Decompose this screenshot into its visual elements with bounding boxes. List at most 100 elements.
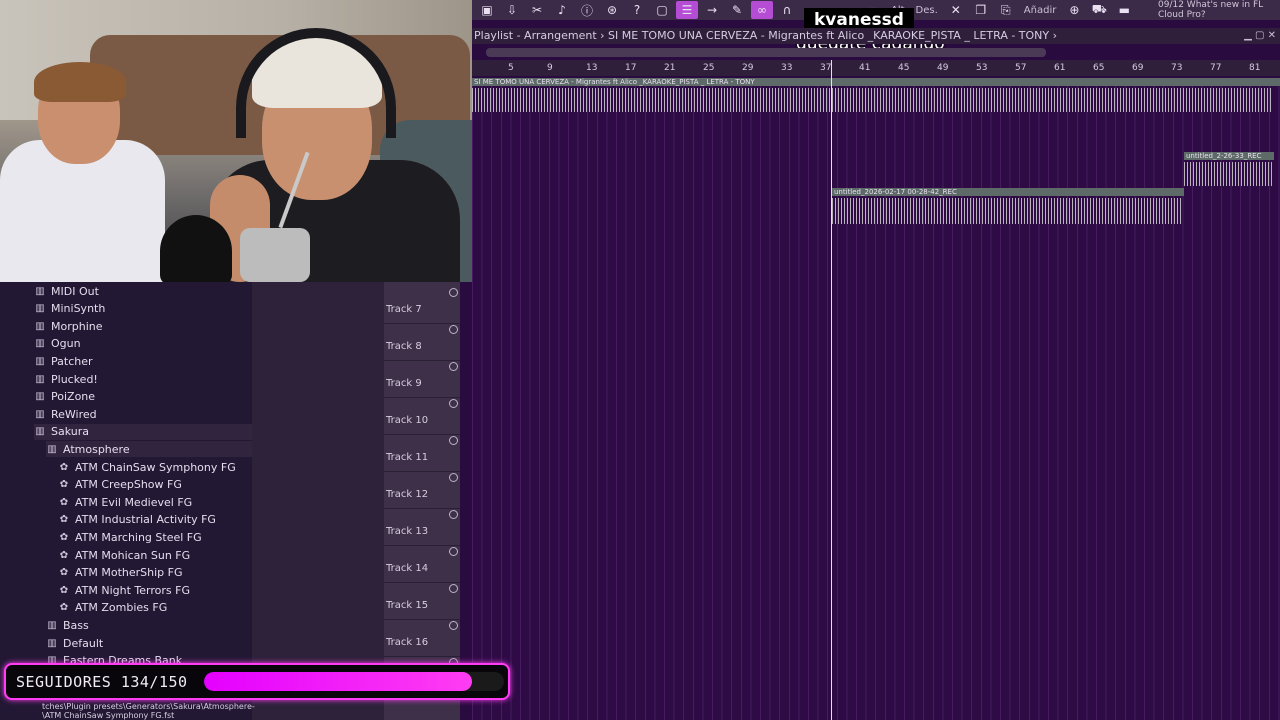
track-mute-icon[interactable] [449, 288, 458, 297]
track-mute-icon[interactable] [449, 621, 458, 630]
arrow-right-icon[interactable]: → [701, 1, 723, 19]
paste-icon[interactable]: ⎘ [995, 1, 1017, 19]
webcam-mate-cup [240, 228, 310, 282]
window-controls[interactable]: ▁ ▢ ✕ [1244, 28, 1276, 44]
clip-rec1-header[interactable]: untitled_2026-02-17 00-28-42_REC [832, 188, 1184, 196]
track-header[interactable]: Track 12 [384, 471, 460, 509]
plugin-icon[interactable]: ⊕ [1063, 1, 1085, 19]
cart-icon[interactable]: ⛟ [1088, 1, 1110, 19]
clip-rec1-waveform[interactable] [832, 198, 1182, 224]
browser-item-label: PoiZone [51, 390, 96, 404]
track-header[interactable]: Track 14 [384, 545, 460, 583]
followers-progress-fill [204, 672, 472, 691]
track-header[interactable]: Track 11 [384, 434, 460, 472]
gear-icon: ✿ [59, 602, 69, 614]
track-mute-icon[interactable] [449, 436, 458, 445]
clip-rec2-header[interactable]: untitled_2-26-33_REC [1184, 152, 1274, 160]
cut-icon[interactable]: ✂ [526, 1, 548, 19]
browser-item-label: ATM Industrial Activity FG [75, 513, 216, 527]
track-mute-icon[interactable] [449, 510, 458, 519]
browser-item[interactable]: ▥ Plucked! [34, 371, 98, 387]
mic-icon[interactable]: ♪ [551, 1, 573, 19]
news-ticker[interactable]: 09/12 What's new in FL Cloud Pro? [1158, 0, 1276, 20]
ruler-mark: 53 [976, 63, 988, 73]
add-label[interactable]: Añadir [1020, 5, 1061, 16]
close-x-icon[interactable]: ✕ [945, 1, 967, 19]
browser-item[interactable]: ▥ PoiZone [34, 389, 95, 405]
browser-path-line2: \ATM ChainSaw Symphony FG.fst [42, 711, 175, 720]
export-icon[interactable]: ⇩ [501, 1, 523, 19]
clip-rec2-waveform[interactable] [1184, 162, 1272, 186]
browser-item[interactable]: ▥ Sakura [34, 423, 274, 440]
timeline-ruler[interactable]: 5 9 13 17 21 25 29 33 37 41 45 49 53 57 61 65 69 73 77 81 [472, 60, 1280, 76]
browser-item[interactable]: ▥ Morphine [34, 318, 103, 334]
browser-item-label: ATM Zombies FG [75, 601, 168, 615]
track-mute-icon[interactable] [449, 584, 458, 593]
browser-item[interactable]: ✿ ATM Mohican Sun FG [58, 547, 190, 563]
browser-item-label: Morphine [51, 319, 103, 333]
track-mute-icon[interactable] [449, 399, 458, 408]
playlist-icon[interactable]: ☰ [676, 1, 698, 19]
browser-item[interactable]: ▥ Atmosphere [46, 441, 286, 458]
playlist-title: Playlist - Arrangement › SI ME TOMO UNA … [474, 29, 1058, 42]
track-name: Track 13 [386, 526, 429, 537]
browser-item[interactable]: ✿ ATM CreepShow FG [58, 477, 182, 493]
track-mute-icon[interactable] [449, 325, 458, 334]
ruler-mark: 73 [1171, 63, 1183, 73]
browser-path: tches\Plugin presets\Generators\Sakura\A… [42, 702, 255, 720]
track-name: Track 10 [386, 415, 429, 426]
browser-item[interactable]: ▥ Default [46, 635, 103, 651]
browser-item-label: ATM ChainSaw Symphony FG [75, 460, 236, 474]
browser-item[interactable]: ✿ ATM ChainSaw Symphony FG [58, 459, 236, 475]
clip-main-header[interactable]: SI ME TOMO UNA CERVEZA - Migrantes ft Al… [472, 78, 1280, 86]
track-mute-icon[interactable] [449, 547, 458, 556]
browser-item[interactable]: ✿ ATM MotherShip FG [58, 565, 183, 581]
track-mute-icon[interactable] [449, 362, 458, 371]
track-header[interactable]: Track 15 [384, 582, 460, 620]
browser-item[interactable]: ✿ ATM Night Terrors FG [58, 582, 190, 598]
gear-icon: ✿ [59, 514, 69, 526]
browser-item[interactable]: ▥ Patcher [34, 353, 92, 369]
level-meter-icon: ▬ [1118, 3, 1131, 17]
track-mute-icon[interactable] [449, 473, 458, 482]
browser-item[interactable]: ▥ ReWired [34, 406, 96, 422]
browser-item[interactable]: ✿ ATM Zombies FG [58, 600, 167, 616]
playhead[interactable] [831, 60, 832, 720]
magnet-icon[interactable]: ∩ [776, 1, 798, 19]
track-header[interactable]: Track 9 [384, 360, 460, 398]
ruler-mark: 17 [625, 63, 637, 73]
pencil-icon[interactable]: ✎ [726, 1, 748, 19]
track-header[interactable]: Track 8 [384, 323, 460, 361]
track-header[interactable]: Track 16 [384, 619, 460, 657]
browser-item[interactable]: ✿ ATM Evil Medievel FG [58, 494, 192, 510]
browser-item[interactable]: ▥ MiniSynth [34, 301, 105, 317]
info-icon[interactable]: ⓘ [576, 1, 598, 19]
browser-item[interactable]: ▥ MIDI Out [34, 283, 99, 299]
clip-main-waveform[interactable] [472, 88, 1272, 112]
piano-icon: ▥ [35, 355, 45, 367]
horizontal-scrollbar[interactable] [486, 48, 1046, 57]
browser-item-label: ATM CreepShow FG [75, 478, 182, 492]
browser-item[interactable]: ▥ Bass [46, 617, 89, 633]
help-icon[interactable]: ? [626, 1, 648, 19]
track-header[interactable]: Track 10 [384, 397, 460, 435]
track-name: Track 12 [386, 489, 429, 500]
browser-item-label: ATM Mohican Sun FG [75, 548, 191, 562]
track-header[interactable]: Track 13 [384, 508, 460, 546]
gear-icon: ✿ [59, 549, 69, 561]
copy-icon[interactable]: ❐ [970, 1, 992, 19]
gear-icon: ✿ [59, 496, 69, 508]
browser-item[interactable]: ✿ ATM Marching Steel FG [58, 529, 202, 545]
browser-item-label: Bass [63, 618, 89, 632]
help-circle-icon[interactable]: ⊛ [601, 1, 623, 19]
webcam-person-left-hair [34, 62, 126, 102]
track-header[interactable]: Track 7 [384, 286, 460, 324]
webcam-microphone [160, 215, 232, 282]
browser-item[interactable]: ✿ ATM Industrial Activity FG [58, 512, 216, 528]
playlist-tracks-area[interactable]: SI ME TOMO UNA CERVEZA - Migrantes ft Al… [472, 78, 1280, 720]
save-icon[interactable]: ▣ [476, 1, 498, 19]
browser-item[interactable]: ▥ Ogun [34, 336, 80, 352]
link-icon[interactable]: ∞ [751, 1, 773, 19]
track-name: Track 11 [386, 452, 429, 463]
window-icon[interactable]: ▢ [651, 1, 673, 19]
